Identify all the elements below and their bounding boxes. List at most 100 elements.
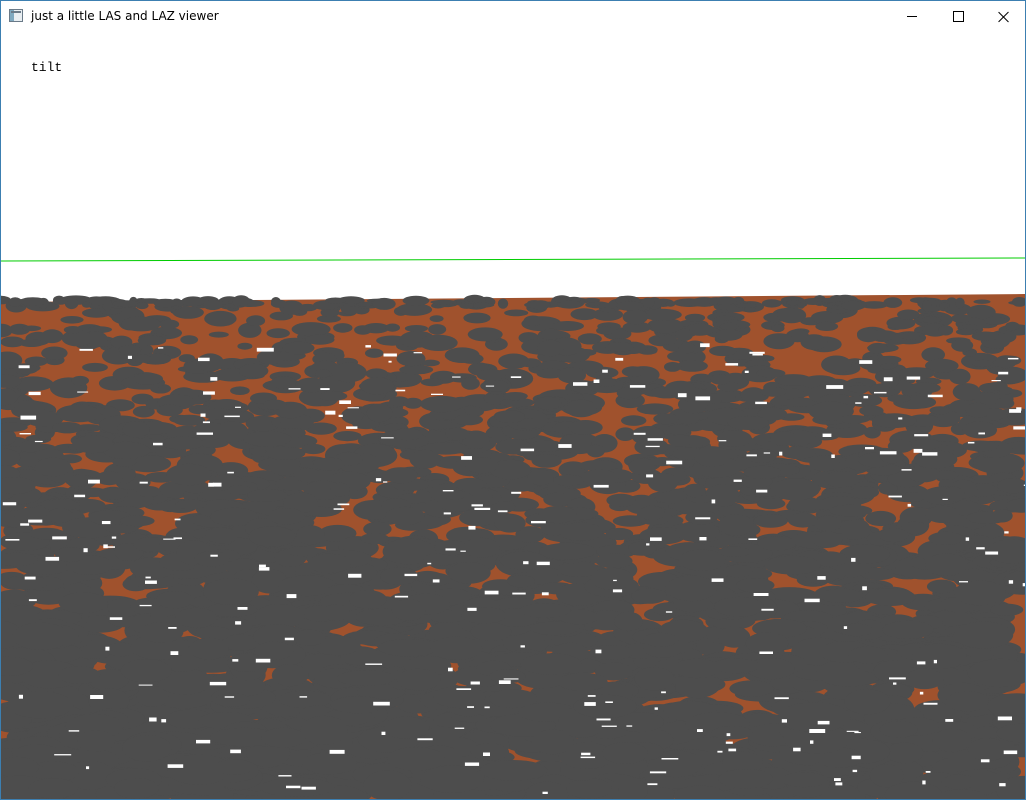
empty-area: [483, 752, 490, 756]
empty-area: [484, 706, 490, 709]
vegetation-cluster: [602, 742, 648, 764]
empty-area: [665, 611, 673, 613]
vegetation-cluster: [839, 544, 891, 564]
vegetation-cluster: [480, 380, 510, 392]
close-button[interactable]: [981, 1, 1025, 32]
empty-area: [523, 561, 529, 565]
vegetation-cluster: [133, 354, 153, 363]
empty-area: [431, 393, 443, 395]
vegetation-cluster: [189, 637, 229, 660]
vegetation-cluster: [756, 498, 786, 510]
vegetation-cluster: [305, 334, 335, 345]
vegetation-cluster: [718, 514, 754, 536]
vegetation-cluster: [461, 377, 480, 390]
empty-area: [725, 363, 739, 366]
empty-area: [74, 494, 86, 498]
vegetation-cluster: [166, 463, 212, 486]
vegetation-cluster: [941, 774, 977, 790]
empty-area: [520, 645, 525, 648]
vegetation-cluster: [711, 658, 761, 674]
vegetation-cluster: [859, 405, 884, 417]
vegetation-cluster: [551, 321, 584, 331]
empty-area: [626, 725, 633, 727]
vegetation-cluster: [678, 342, 696, 354]
title-bar[interactable]: just a little LAS and LAZ viewer: [1, 1, 1025, 32]
empty-area: [86, 766, 90, 770]
vegetation-cluster: [972, 359, 994, 368]
vegetation-cluster: [565, 399, 597, 418]
vegetation-cluster: [60, 316, 84, 324]
empty-area: [601, 725, 617, 727]
empty-area: [232, 659, 239, 662]
vegetation-cluster: [448, 562, 491, 584]
vegetation-cluster: [994, 355, 1017, 369]
empty-area: [647, 438, 663, 441]
empty-area: [809, 729, 826, 733]
empty-area: [923, 702, 938, 705]
empty-area: [139, 481, 148, 484]
empty-area: [541, 592, 549, 596]
empty-area: [536, 561, 550, 566]
empty-area: [52, 536, 67, 540]
maximize-button[interactable]: [935, 1, 981, 32]
empty-area: [661, 691, 666, 694]
vegetation-cluster: [495, 439, 531, 455]
vegetation-cluster: [237, 342, 253, 350]
vegetation-cluster: [494, 410, 525, 424]
empty-area: [198, 357, 210, 362]
vegetation-cluster: [823, 471, 860, 488]
vegetation-cluster: [539, 542, 597, 560]
vegetation-cluster: [270, 376, 297, 389]
empty-area: [645, 445, 660, 448]
window-app-icon[interactable]: [9, 9, 23, 22]
vegetation-cluster: [294, 468, 322, 483]
vegetation-cluster: [243, 431, 292, 447]
empty-area: [88, 479, 100, 484]
vegetation-cluster: [428, 324, 447, 335]
empty-area: [20, 523, 30, 526]
vegetation-cluster: [55, 547, 86, 563]
empty-area: [843, 626, 848, 629]
empty-area: [855, 402, 862, 404]
empty-area: [774, 697, 789, 700]
vegetation-cluster: [674, 658, 720, 679]
empty-area: [68, 730, 80, 732]
vegetation-cluster: [871, 413, 917, 429]
point-cloud-viewport[interactable]: tilt: [1, 32, 1025, 799]
vegetation-cluster: [951, 314, 971, 323]
vegetation-cluster: [605, 527, 634, 541]
vegetation-cluster: [967, 738, 1008, 761]
point-cloud-render[interactable]: [1, 32, 1025, 799]
vegetation-cluster: [566, 393, 584, 401]
empty-area: [325, 410, 336, 415]
vegetation-cluster: [735, 578, 775, 593]
vegetation-cluster: [420, 765, 484, 793]
empty-area: [859, 360, 873, 364]
vegetation-cluster: [605, 342, 634, 353]
minimize-button[interactable]: [889, 1, 935, 32]
vegetation-cluster: [573, 694, 637, 719]
empty-area: [696, 397, 700, 400]
empty-area: [978, 432, 985, 435]
empty-area: [28, 519, 43, 523]
canopy-edge: [64, 297, 79, 310]
empty-area: [976, 547, 985, 550]
empty-area: [203, 391, 215, 395]
vegetation-cluster: [813, 515, 842, 531]
vegetation-cluster: [658, 334, 677, 345]
empty-area: [452, 376, 461, 378]
vegetation-cluster: [753, 514, 788, 528]
empty-area: [666, 460, 683, 465]
vegetation-cluster: [122, 735, 172, 762]
empty-area: [288, 388, 301, 390]
canopy-edge: [112, 300, 140, 307]
canopy-edge: [19, 297, 47, 306]
canopy-edge: [761, 299, 782, 308]
horizon-line: [1, 257, 1025, 262]
empty-area: [145, 576, 151, 579]
empty-area: [826, 385, 844, 389]
vegetation-cluster: [279, 690, 331, 709]
vegetation-cluster: [385, 506, 425, 526]
canopy-edge: [153, 298, 178, 308]
empty-area: [286, 785, 301, 789]
